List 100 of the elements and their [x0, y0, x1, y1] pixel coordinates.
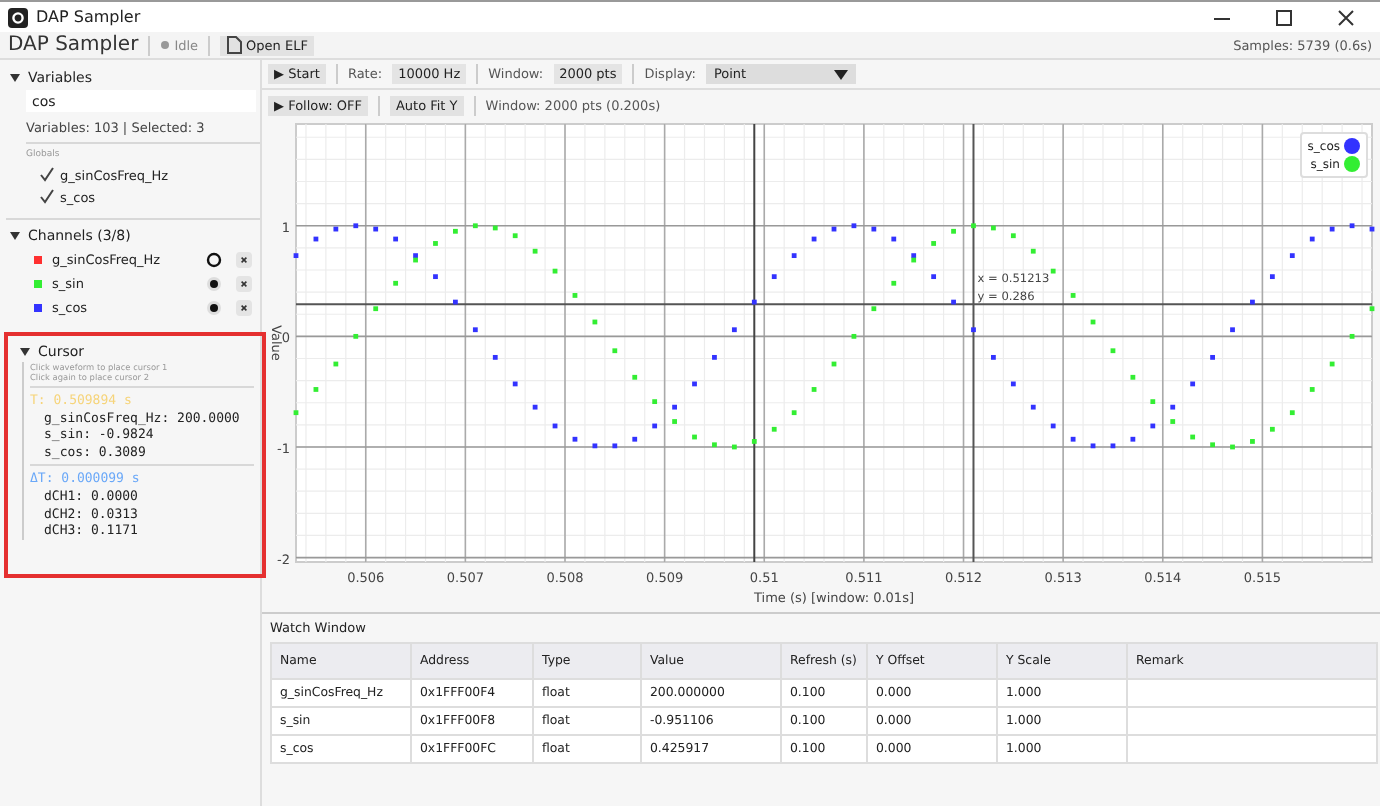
data-point — [532, 404, 538, 410]
data-point — [731, 444, 737, 450]
data-point — [572, 293, 578, 298]
data-point — [512, 233, 518, 239]
data-point — [612, 348, 618, 354]
app-name: DAP Sampler — [8, 34, 139, 56]
data-point — [393, 280, 399, 286]
data-point — [1130, 374, 1136, 380]
visibility-ring-icon[interactable] — [206, 252, 222, 268]
data-point — [951, 228, 956, 234]
data-point — [353, 223, 359, 229]
data-point — [1050, 423, 1056, 429]
data-point — [453, 228, 458, 234]
data-point — [1329, 226, 1335, 232]
data-point — [472, 327, 478, 333]
data-point — [851, 223, 857, 229]
data-point — [293, 410, 299, 416]
checkbox[interactable] — [38, 188, 56, 206]
data-point — [1210, 355, 1215, 360]
data-point — [572, 436, 578, 442]
data-point — [532, 248, 538, 254]
data-point — [811, 387, 817, 392]
data-point — [453, 299, 458, 305]
data-point — [1170, 404, 1176, 410]
data-point — [632, 436, 638, 442]
data-point — [831, 361, 837, 367]
data-point — [1369, 226, 1375, 232]
data-point — [333, 361, 339, 367]
data-point — [771, 426, 777, 432]
data-point — [592, 319, 598, 325]
remove-icon[interactable] — [236, 300, 252, 316]
data-point — [1269, 426, 1275, 432]
data-point — [1230, 327, 1235, 333]
data-point — [712, 355, 717, 360]
data-point — [612, 443, 618, 449]
data-point — [891, 236, 897, 242]
data-point — [771, 274, 777, 280]
data-point — [1050, 268, 1056, 274]
data-point — [672, 419, 677, 424]
data-point — [791, 410, 797, 416]
data-point — [472, 223, 478, 229]
data-point — [293, 253, 299, 258]
window-title: DAP Sampler — [36, 8, 141, 26]
data-point — [313, 387, 319, 392]
close-icon[interactable] — [1336, 7, 1356, 27]
remove-icon[interactable] — [236, 252, 252, 268]
data-point — [1269, 274, 1275, 280]
data-point — [1010, 233, 1016, 239]
data-point — [1190, 381, 1196, 387]
data-point — [393, 236, 399, 242]
data-point — [951, 299, 956, 305]
data-point — [373, 306, 379, 312]
data-point — [592, 443, 598, 449]
data-point — [1130, 436, 1136, 442]
data-point — [433, 274, 438, 280]
data-point — [1329, 361, 1335, 367]
data-point — [512, 381, 518, 387]
data-point — [751, 439, 757, 444]
visibility-dot-icon[interactable] — [206, 276, 222, 292]
caret-down-icon[interactable] — [8, 228, 22, 242]
data-point — [971, 223, 976, 229]
data-point — [353, 333, 359, 339]
data-point — [1349, 333, 1355, 339]
data-point — [1369, 306, 1375, 312]
data-point — [552, 423, 558, 429]
data-point — [492, 225, 498, 231]
data-point — [373, 226, 379, 232]
data-point — [1170, 419, 1176, 424]
data-point — [433, 241, 438, 246]
data-point — [1110, 443, 1116, 449]
data-point — [672, 404, 677, 410]
data-point — [1230, 444, 1235, 450]
file-icon — [226, 36, 243, 54]
app-logo-icon — [8, 7, 28, 27]
dropdown-arrow-icon — [833, 69, 848, 79]
maximize-icon[interactable] — [1274, 7, 1294, 27]
data-point — [791, 253, 797, 258]
data-point — [991, 355, 996, 360]
data-point — [1210, 442, 1215, 448]
data-point — [1250, 439, 1255, 444]
data-point — [1070, 436, 1076, 442]
data-point — [552, 268, 558, 274]
checkbox[interactable] — [38, 166, 56, 184]
caret-down-icon[interactable] — [8, 70, 22, 84]
data-point — [333, 226, 339, 232]
data-point — [1150, 399, 1156, 404]
visibility-dot-icon[interactable] — [206, 300, 222, 316]
data-point — [1110, 348, 1116, 354]
data-point — [751, 299, 757, 305]
data-point — [692, 381, 697, 387]
data-point — [712, 442, 717, 448]
data-point — [1090, 443, 1096, 449]
data-point — [991, 225, 996, 231]
data-point — [1010, 381, 1016, 387]
data-point — [1349, 223, 1355, 229]
remove-icon[interactable] — [236, 276, 252, 292]
caret-down-icon[interactable] — [18, 344, 32, 358]
data-point — [871, 306, 877, 312]
data-point — [1309, 236, 1315, 242]
data-point — [731, 327, 737, 333]
